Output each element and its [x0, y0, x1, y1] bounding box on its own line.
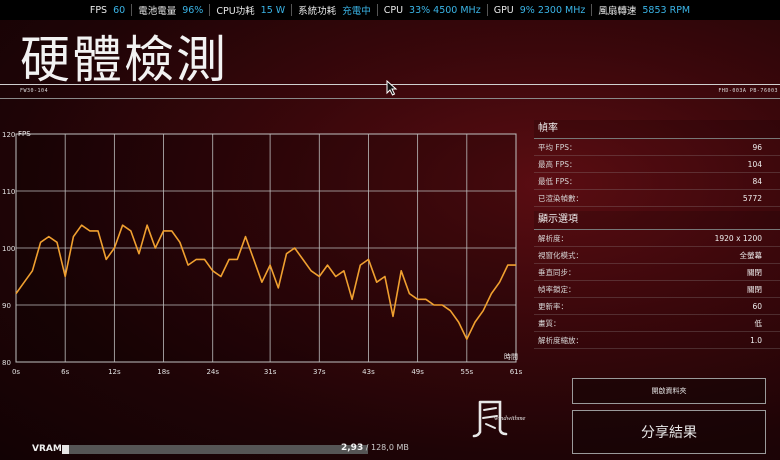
system-power-stat: 系統功耗 充電中	[292, 4, 378, 17]
code-left: FW30-104	[20, 88, 49, 94]
frame-rate-label: 平均 FPS：	[538, 142, 577, 152]
windwithme-logo: windwithme	[472, 400, 526, 438]
display-option-value: 60	[752, 301, 762, 311]
vram-progress-bar	[62, 445, 368, 454]
y-tick-label: 90	[2, 302, 11, 310]
display-option-row: 更新率： 60	[534, 298, 780, 315]
display-option-row: 視窗化模式： 全螢幕	[534, 247, 780, 264]
frame-rate-value: 84	[752, 176, 762, 186]
frame-rate-row: 已渲染幀數： 5772	[534, 190, 780, 207]
x-tick-label: 6s	[61, 368, 69, 376]
x-tick-label: 37s	[313, 368, 326, 376]
display-option-value: 全螢幕	[739, 250, 763, 260]
x-tick-label: 31s	[264, 368, 277, 376]
display-option-value: 關閉	[747, 267, 762, 277]
x-tick-label: 0s	[12, 368, 20, 376]
display-option-label: 更新率：	[538, 301, 568, 311]
x-tick-label: 49s	[411, 368, 424, 376]
battery-stat: 電池電量 96%	[132, 4, 211, 17]
vram-label: VRAM	[32, 444, 62, 454]
fan-label: 風扇轉速	[598, 6, 637, 17]
display-option-row: 解析度： 1920 x 1200	[534, 230, 780, 247]
status-bar: FPS 60 電池電量 96% CPU功耗 15 W 系統功耗 充電中 CPU …	[0, 0, 780, 20]
fps-label: FPS	[89, 4, 108, 16]
logo-text: windwithme	[494, 415, 526, 422]
system-power-label: 系統功耗	[298, 6, 337, 17]
gpu-label: GPU	[493, 4, 514, 16]
cpu-stat: CPU 33% 4500 MHz	[378, 4, 488, 16]
battery-value: 96%	[182, 4, 204, 16]
display-option-label: 垂直同步：	[538, 267, 576, 277]
fan-stat: 風扇轉速 5853 RPM	[592, 4, 696, 18]
gpu-value: 9% 2300 MHz	[519, 4, 586, 16]
frame-rate-label: 最高 FPS：	[538, 159, 577, 169]
x-tick-label: 55s	[461, 368, 474, 376]
display-option-row: 畫質： 低	[534, 315, 780, 332]
display-option-label: 解析度縮放：	[538, 335, 583, 345]
y-tick-label: 100	[2, 245, 15, 253]
y-tick-label: 110	[2, 188, 15, 196]
cpu-power-stat: CPU功耗 15 W	[210, 4, 293, 17]
vram-usage: VRAM 2,93 / 128,0 MB	[32, 442, 412, 456]
open-folder-button[interactable]: 開啟資料夾	[572, 378, 766, 404]
fan-value: 5853 RPM	[642, 4, 691, 16]
fps-stat: FPS 60	[84, 4, 133, 16]
y-tick-label: 120	[2, 131, 15, 139]
system-power-value: 充電中	[342, 6, 371, 17]
frame-rate-label: 已渲染幀數：	[538, 193, 583, 203]
display-option-row: 垂直同步： 關閉	[534, 264, 780, 281]
page-title: 硬體檢測	[20, 31, 228, 89]
x-tick-label: 61s	[510, 368, 523, 376]
cpu-power-value: 15 W	[260, 4, 286, 16]
display-option-label: 幀率鎖定：	[538, 284, 576, 294]
gpu-stat: GPU 9% 2300 MHz	[488, 4, 593, 16]
display-option-value: 關閉	[747, 284, 762, 294]
frame-rate-row: 最低 FPS： 84	[534, 173, 780, 190]
fps-value: 60	[113, 4, 126, 16]
x-tick-label: 12s	[108, 368, 121, 376]
vram-total: / 128,0 MB	[363, 443, 409, 452]
mouse-pointer-icon	[386, 80, 398, 96]
display-option-label: 解析度：	[538, 233, 568, 243]
x-tick-label: 24s	[206, 368, 219, 376]
stats-panel: 幀率 平均 FPS： 96 最高 FPS： 104 最低 FPS： 84 已渲染幀數： 577…	[534, 120, 780, 349]
display-option-value: 1920 x 1200	[714, 233, 762, 243]
x-tick-label: 43s	[362, 368, 375, 376]
frame-rate-value: 96	[752, 142, 762, 152]
battery-label: 電池電量	[138, 6, 177, 17]
display-option-row: 解析度縮放： 1.0	[534, 332, 780, 349]
frame-rate-value: 5772	[742, 193, 762, 203]
code-right: FHD-003A PB-76003	[718, 88, 778, 94]
vram-progress-fill	[62, 445, 70, 454]
cpu-value: 33% 4500 MHz	[409, 4, 481, 16]
header-divider	[0, 98, 780, 99]
y-tick-label: 80	[2, 359, 11, 367]
display-option-label: 畫質：	[538, 318, 561, 328]
frame-rate-value: 104	[747, 159, 762, 169]
display-option-row: 幀率鎖定： 關閉	[534, 281, 780, 298]
vram-used: 2,93	[341, 443, 364, 453]
y-axis-label: FPS	[18, 130, 31, 138]
fps-chart: 120 110 100 90 800s 6s 12s 18s 24s 31s 37s 43s 49s 55…	[2, 130, 523, 376]
x-tick-label: 18s	[157, 368, 170, 376]
display-option-value: 1.0	[750, 335, 762, 345]
x-axis-label: 時間	[504, 353, 518, 361]
display-option-label: 視窗化模式：	[538, 250, 583, 260]
display-options-header: 顯示選項	[534, 211, 780, 230]
share-results-button[interactable]: 分享結果	[572, 410, 766, 454]
frame-rate-header: 幀率	[534, 120, 780, 139]
frame-rate-label: 最低 FPS：	[538, 176, 577, 186]
frame-rate-row: 最高 FPS： 104	[534, 156, 780, 173]
cpu-power-label: CPU功耗	[216, 6, 255, 17]
display-option-value: 低	[754, 318, 763, 328]
cpu-label: CPU	[383, 4, 404, 16]
vram-amount: 2,93 / 128,0 MB	[341, 443, 409, 453]
frame-rate-row: 平均 FPS： 96	[534, 139, 780, 156]
